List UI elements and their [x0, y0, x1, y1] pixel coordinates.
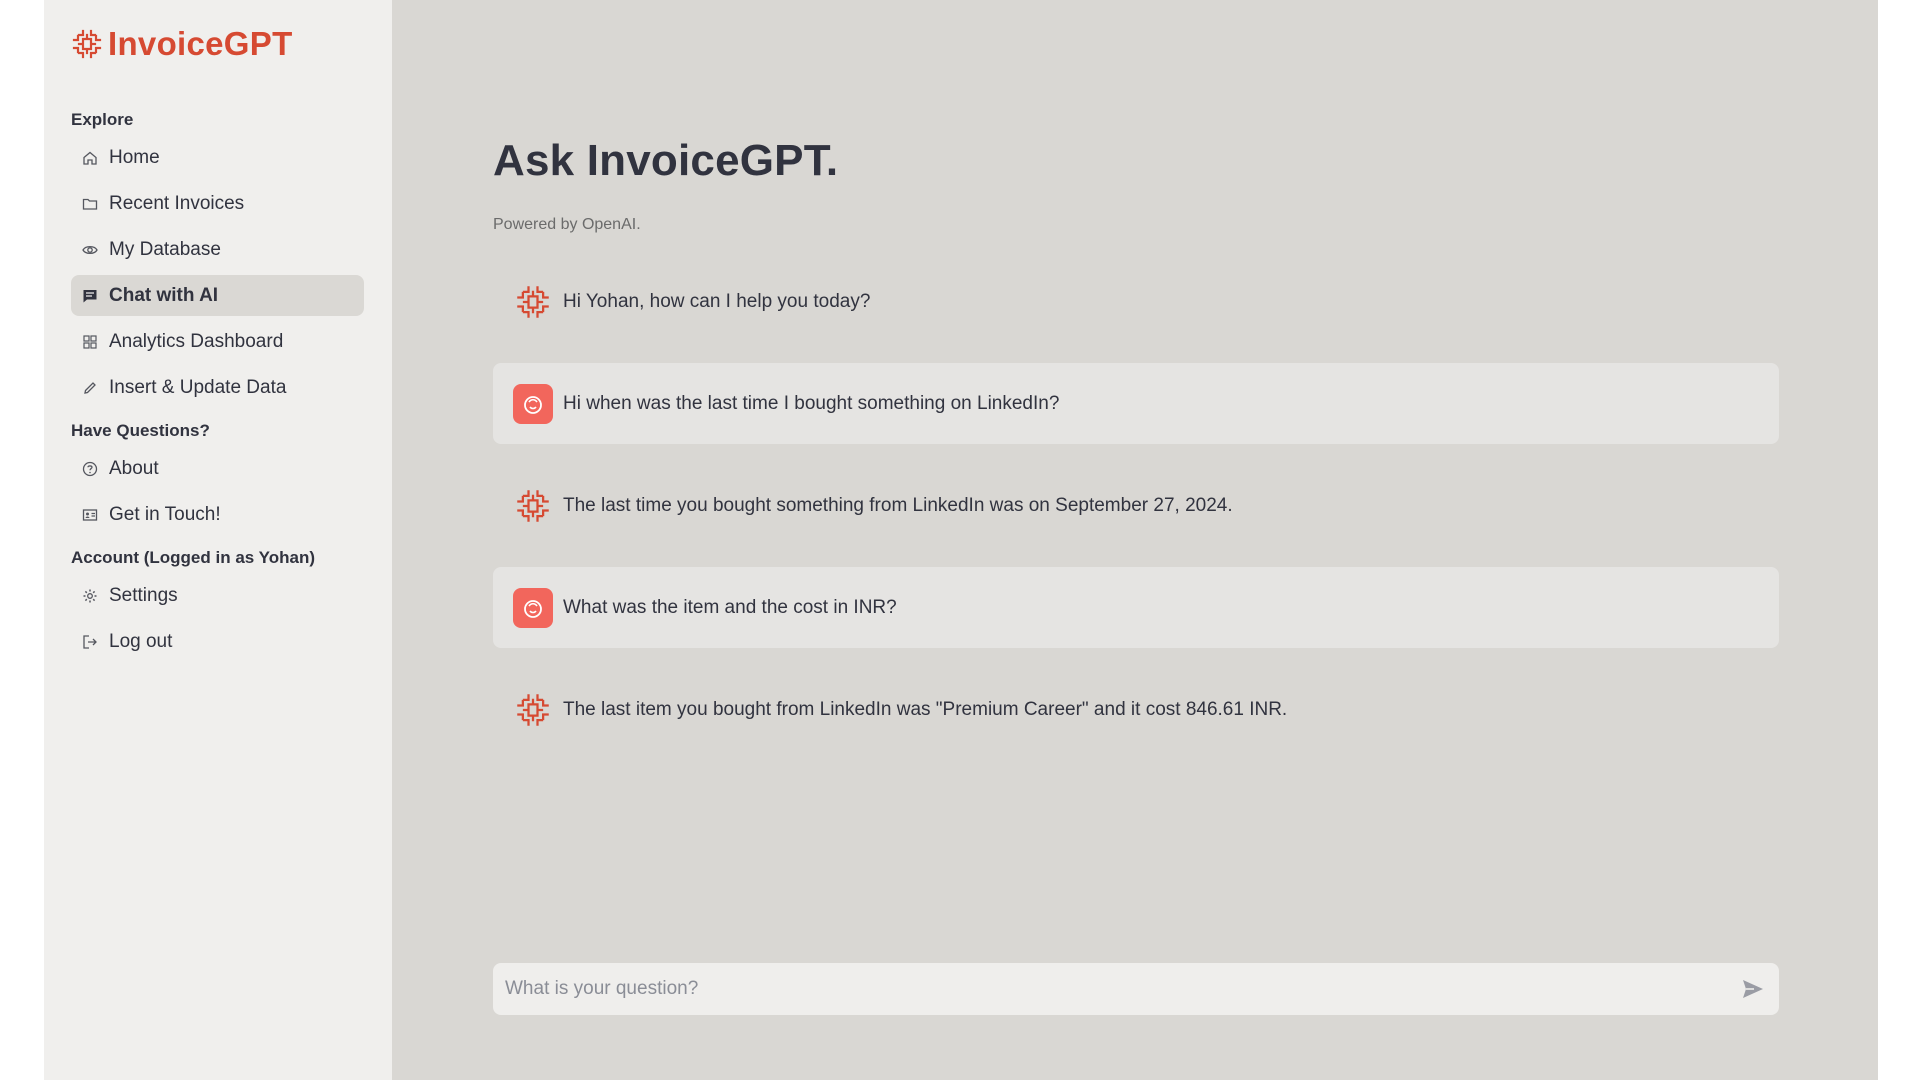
- brand-logo[interactable]: InvoiceGPT: [71, 24, 364, 64]
- message-text: What was the item and the cost in INR?: [563, 596, 897, 618]
- sidebar-item-settings[interactable]: Settings: [71, 575, 364, 616]
- user-avatar-icon: [513, 383, 553, 424]
- chat-icon: [82, 288, 98, 304]
- assistant-message: The last time you bought something from …: [493, 465, 1779, 546]
- contact-card-icon: [82, 507, 98, 523]
- brand-logo-icon: [72, 29, 102, 59]
- user-message: Hi when was the last time I bought somet…: [493, 363, 1779, 444]
- assistant-avatar-icon: [513, 690, 553, 730]
- sidebar-item-log-out[interactable]: Log out: [71, 621, 364, 662]
- sidebar-item-chat-with-ai[interactable]: Chat with AI: [71, 275, 364, 316]
- sidebar: InvoiceGPT Explore Home Recent Invoices My …: [44, 0, 392, 1080]
- sidebar-item-label: Get in Touch!: [109, 503, 221, 525]
- message-text: The last time you bought something from …: [563, 494, 1233, 516]
- sidebar-item-label: About: [109, 457, 159, 479]
- assistant-message: Hi Yohan, how can I help you today?: [493, 261, 1779, 342]
- sidebar-item-my-database[interactable]: My Database: [71, 229, 364, 270]
- help-circle-icon: [82, 461, 98, 477]
- logout-icon: [82, 634, 98, 650]
- sidebar-item-label: Chat with AI: [109, 284, 219, 306]
- page-subtitle: Powered by OpenAI.: [493, 216, 641, 233]
- sidebar-item-label: Log out: [109, 630, 173, 652]
- sidebar-item-recent-invoices[interactable]: Recent Invoices: [71, 183, 364, 224]
- grid-icon: [82, 334, 98, 350]
- user-message: What was the item and the cost in INR?: [493, 567, 1779, 648]
- app-window: InvoiceGPT Explore Home Recent Invoices My …: [44, 0, 1878, 1080]
- question-input[interactable]: [505, 978, 1739, 1000]
- message-text: Hi Yohan, how can I help you today?: [563, 290, 871, 312]
- send-button[interactable]: [1739, 975, 1767, 1003]
- eye-icon: [82, 242, 98, 258]
- sidebar-item-get-in-touch[interactable]: Get in Touch!: [71, 494, 364, 535]
- sidebar-item-label: Insert & Update Data: [109, 376, 287, 398]
- sidebar-item-about[interactable]: About: [71, 448, 364, 489]
- sidebar-item-label: Analytics Dashboard: [109, 330, 284, 352]
- sidebar-item-insert-update-data[interactable]: Insert & Update Data: [71, 367, 364, 408]
- sidebar-section-title: Explore: [71, 110, 134, 129]
- sidebar-item-home[interactable]: Home: [71, 137, 364, 178]
- sidebar-nav: Explore Home Recent Invoices My Database Cha…: [71, 108, 364, 662]
- message-text: The last item you bought from LinkedIn w…: [563, 698, 1288, 720]
- sidebar-section-title: Have Questions?: [71, 421, 210, 440]
- home-icon: [82, 150, 98, 166]
- sidebar-item-analytics-dashboard[interactable]: Analytics Dashboard: [71, 321, 364, 362]
- assistant-avatar-icon: [513, 282, 553, 322]
- assistant-message: The last item you bought from LinkedIn w…: [493, 669, 1779, 750]
- gear-icon: [82, 588, 98, 604]
- sidebar-item-label: Home: [109, 146, 160, 168]
- chat-input-bar: [493, 963, 1779, 1015]
- message-text: Hi when was the last time I bought somet…: [563, 392, 1060, 414]
- assistant-avatar-icon: [513, 486, 553, 526]
- sidebar-section-title: Account (Logged in as Yohan): [71, 548, 315, 567]
- page-title: Ask InvoiceGPT.: [493, 136, 839, 185]
- sidebar-item-label: My Database: [109, 238, 221, 260]
- folder-icon: [82, 196, 98, 212]
- message-list: Hi Yohan, how can I help you today? Hi wh…: [493, 261, 1779, 771]
- user-avatar-icon: [513, 587, 553, 628]
- sidebar-item-label: Recent Invoices: [109, 192, 245, 214]
- chat-main: Ask InvoiceGPT. Powered by OpenAI. Hi Yo…: [392, 0, 1878, 1080]
- sidebar-item-label: Settings: [109, 584, 178, 606]
- brand-name: InvoiceGPT: [108, 25, 293, 62]
- pencil-icon: [82, 380, 98, 396]
- send-icon: [1743, 980, 1763, 998]
